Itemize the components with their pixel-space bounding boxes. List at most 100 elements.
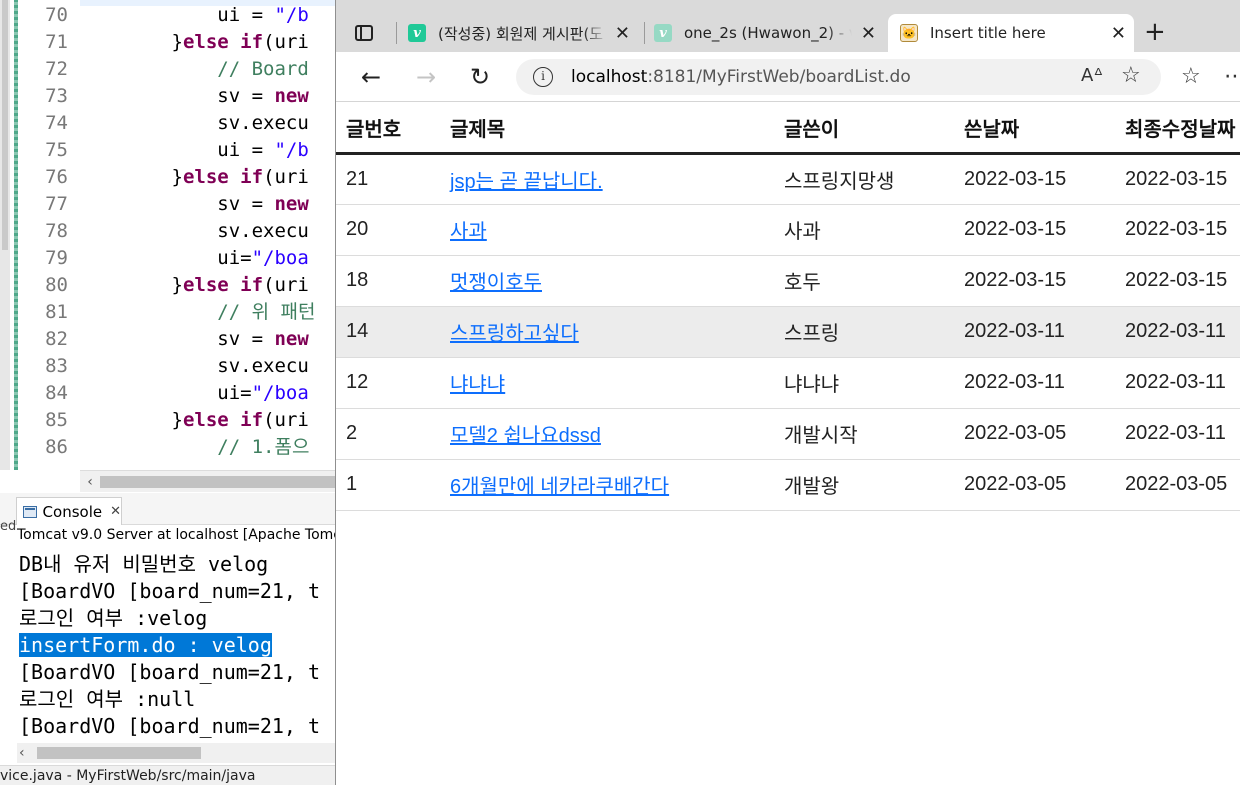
status-bar: vice.java - MyFirstWeb/src/main/java bbox=[0, 765, 336, 785]
console-tab-label: Console bbox=[42, 502, 103, 521]
code-line[interactable]: // Board bbox=[80, 56, 309, 83]
url-path: :8181/MyFirstWeb/boardList.do bbox=[647, 67, 911, 87]
post-title-link[interactable]: 사과 bbox=[450, 221, 487, 243]
post-writer: 호두 bbox=[774, 255, 954, 307]
page-content: 글번호 글제목 글쓴이 쓴날짜 최종수정날짜 21 jsp는 곧 끝납니다. 스… bbox=[336, 103, 1240, 785]
tab-actions-button[interactable] bbox=[350, 19, 378, 47]
line-number: 72 bbox=[45, 58, 68, 80]
browser-window[interactable]: v (작성중) 회원제 게시판(도 ✕ v one_2s (Hwawon_2) … bbox=[335, 0, 1240, 785]
line-number: 82 bbox=[45, 328, 68, 350]
post-title-link[interactable]: 6개월만에 네카라쿠배간다 bbox=[450, 476, 669, 498]
scrollbar-thumb[interactable] bbox=[2, 0, 8, 250]
scrollbar-thumb[interactable] bbox=[100, 476, 336, 488]
line-number: 76 bbox=[45, 166, 68, 188]
forward-icon[interactable]: → bbox=[413, 64, 439, 90]
post-modified-date: 2022-03-11 bbox=[1115, 306, 1240, 358]
table-row-hovered: 14 스프링하고싶다 스프링 2022-03-11 2022-03-11 bbox=[336, 306, 1240, 358]
console-line: [BoardVO [board_num=21, t bbox=[19, 660, 321, 684]
column-header: 글쓴이 bbox=[774, 103, 954, 155]
post-title-link[interactable]: jsp는 곧 끝납니다. bbox=[450, 171, 603, 193]
tab-velog-draft[interactable]: v (작성중) 회원제 게시판(도 ✕ bbox=[408, 14, 638, 52]
code-line[interactable]: sv = new bbox=[80, 326, 309, 353]
url-text[interactable]: localhost:8181/MyFirstWeb/boardList.do bbox=[571, 59, 911, 95]
column-header: 쓴날짜 bbox=[954, 103, 1115, 155]
table-row: 2 모델2 쉽나요dssd 개발시작 2022-03-05 2022-03-11 bbox=[336, 408, 1240, 460]
address-bar[interactable]: i localhost:8181/MyFirstWeb/boardList.do… bbox=[516, 59, 1161, 95]
editor-horizontal-scrollbar[interactable]: ‹ bbox=[80, 470, 336, 492]
tab-insert-title[interactable]: 🐱 Insert title here ✕ bbox=[888, 14, 1134, 52]
code-line[interactable]: }else if(uri bbox=[80, 407, 309, 434]
tab-strip: v (작성중) 회원제 게시판(도 ✕ v one_2s (Hwawon_2) … bbox=[336, 0, 1240, 52]
post-number: 14 bbox=[336, 306, 440, 358]
post-date: 2022-03-11 bbox=[954, 306, 1115, 358]
tab-title: one_2s (Hwawon_2) - velo bbox=[684, 24, 852, 42]
more-icon[interactable]: ⋯ bbox=[1224, 64, 1240, 89]
code-line[interactable]: ui="/boa bbox=[80, 245, 309, 272]
line-number: 83 bbox=[45, 355, 68, 377]
post-writer: 개발왕 bbox=[774, 459, 954, 511]
line-number: 85 bbox=[45, 409, 68, 431]
desktop: 70 71 72 73 74 75 76 77 78 79 80 81 82 8… bbox=[0, 0, 1240, 785]
code-line[interactable]: }else if(uri bbox=[80, 164, 309, 191]
add-favorite-icon[interactable]: ☆ bbox=[1121, 63, 1141, 88]
refresh-icon[interactable]: ↻ bbox=[467, 64, 493, 90]
site-info-icon[interactable]: i bbox=[533, 67, 553, 87]
table-header-row: 글번호 글제목 글쓴이 쓴날짜 최종수정날짜 bbox=[336, 103, 1240, 155]
selected-text[interactable]: insertForm.do : velog bbox=[19, 633, 272, 657]
scrollbar-thumb[interactable] bbox=[37, 747, 201, 759]
post-modified-date: 2022-03-15 bbox=[1115, 255, 1240, 307]
post-title-link[interactable]: 냐냐냐 bbox=[450, 374, 505, 396]
scroll-left-icon[interactable]: ‹ bbox=[82, 473, 98, 491]
new-tab-icon[interactable]: + bbox=[1144, 18, 1166, 46]
post-writer: 개발시작 bbox=[774, 408, 954, 460]
code-editor[interactable]: 70 71 72 73 74 75 76 77 78 79 80 81 82 8… bbox=[0, 0, 336, 493]
console-view[interactable]: Console ✕ ed Tomcat v9.0 Server at local… bbox=[0, 493, 336, 785]
tab-title: Insert title here bbox=[930, 24, 1046, 42]
close-tab-icon[interactable]: ✕ bbox=[615, 23, 630, 44]
table-row: 18 멋쟁이호두 호두 2022-03-15 2022-03-15 bbox=[336, 255, 1240, 307]
line-number: 74 bbox=[45, 112, 68, 134]
scroll-left-icon[interactable]: ‹ bbox=[19, 744, 35, 762]
code-line[interactable]: sv.execu bbox=[80, 353, 309, 380]
post-number: 18 bbox=[336, 255, 440, 307]
line-number: 84 bbox=[45, 382, 68, 404]
close-tab-icon[interactable]: ✕ bbox=[1111, 23, 1126, 44]
post-title-link[interactable]: 스프링하고싶다 bbox=[450, 323, 579, 345]
code-line[interactable]: ui="/boa bbox=[80, 380, 309, 407]
tab-separator bbox=[396, 22, 397, 44]
post-modified-date: 2022-03-15 bbox=[1115, 153, 1240, 205]
code-line[interactable]: // 1.폼으 bbox=[80, 434, 309, 461]
back-icon[interactable]: ← bbox=[358, 64, 384, 90]
favorites-icon[interactable]: ☆ bbox=[1181, 64, 1201, 89]
tab-velog-profile[interactable]: v one_2s (Hwawon_2) - velo ✕ bbox=[654, 14, 884, 52]
post-number: 2 bbox=[336, 408, 440, 460]
code-line[interactable]: sv.execu bbox=[80, 110, 309, 137]
close-icon[interactable]: ✕ bbox=[110, 504, 121, 519]
read-aloud-icon[interactable]: Aᐞ bbox=[1081, 65, 1103, 86]
console-horizontal-scrollbar[interactable]: ‹ bbox=[17, 743, 336, 763]
editor-vertical-scrollbar[interactable] bbox=[0, 0, 10, 470]
code-line[interactable]: sv.execu bbox=[80, 218, 309, 245]
console-tab[interactable]: Console ✕ bbox=[16, 497, 122, 525]
line-number: 86 bbox=[45, 436, 68, 458]
tab-title: (작성중) 회원제 게시판(도 bbox=[438, 24, 604, 43]
code-line[interactable]: ui = "/b bbox=[80, 137, 309, 164]
code-line[interactable]: sv = new bbox=[80, 191, 309, 218]
post-title-link[interactable]: 모델2 쉽나요dssd bbox=[450, 425, 601, 447]
code-line[interactable]: // 위 패턴 bbox=[80, 299, 315, 326]
post-writer: 냐냐냐 bbox=[774, 357, 954, 409]
velog-icon: v bbox=[654, 24, 672, 42]
console-line-selected[interactable]: insertForm.do : velog bbox=[19, 632, 336, 659]
tab-actions-icon bbox=[355, 25, 373, 41]
post-number: 20 bbox=[336, 204, 440, 256]
table-row: 21 jsp는 곧 끝납니다. 스프링지망생 2022-03-15 2022-0… bbox=[336, 153, 1240, 205]
line-number: 80 bbox=[45, 274, 68, 296]
post-title-link[interactable]: 멋쟁이호두 bbox=[450, 272, 542, 294]
code-line[interactable]: sv = new bbox=[80, 83, 309, 110]
console-output[interactable]: DB내 유저 비밀번호 velog [BoardVO [board_num=21… bbox=[19, 551, 336, 740]
code-line[interactable]: }else if(uri bbox=[80, 29, 309, 56]
code-line[interactable]: }else if(uri bbox=[80, 272, 309, 299]
code-line[interactable]: ui = "/b bbox=[80, 2, 309, 29]
board-list-table: 글번호 글제목 글쓴이 쓴날짜 최종수정날짜 21 jsp는 곧 끝납니다. 스… bbox=[336, 103, 1240, 511]
close-tab-icon[interactable]: ✕ bbox=[861, 23, 876, 44]
